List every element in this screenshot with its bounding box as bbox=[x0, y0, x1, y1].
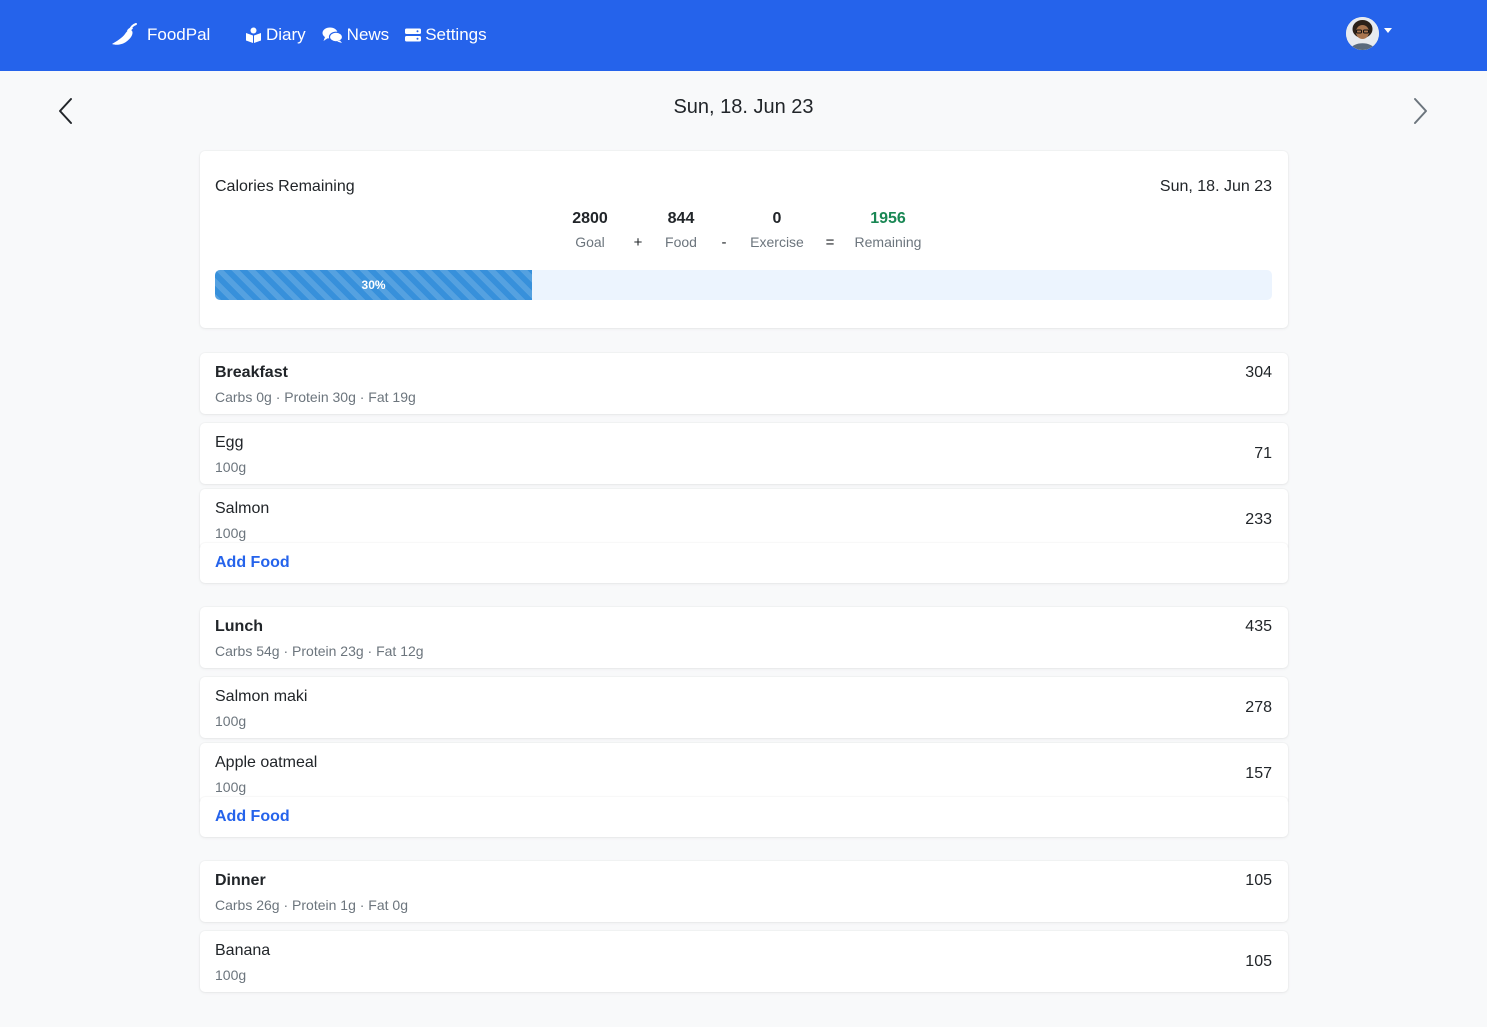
food-entry[interactable]: Apple oatmeal 100g 157 bbox=[200, 743, 1288, 804]
meal-macros: Carbs 54g · Protein 23g · Fat 12g bbox=[215, 643, 424, 659]
nav-settings[interactable]: Settings bbox=[405, 25, 487, 45]
add-food-row: Add Food bbox=[200, 797, 1288, 837]
summary-date: Sun, 18. Jun 23 bbox=[1159, 178, 1272, 195]
meal-header: Dinner Carbs 26g · Protein 1g · Fat 0g 105 bbox=[200, 861, 1288, 922]
food-calories: 233 bbox=[1245, 511, 1272, 528]
server-icon bbox=[405, 28, 422, 42]
food-value: 844 bbox=[667, 210, 695, 227]
calorie-progress-bar: 30% bbox=[215, 270, 533, 300]
top-navbar: FoodPal Diary News Settings bbox=[0, 0, 1487, 71]
food-amount: 100g bbox=[215, 779, 247, 795]
chili-pepper-icon bbox=[112, 23, 137, 45]
comments-icon bbox=[322, 27, 343, 43]
main-nav: Diary News Settings bbox=[245, 25, 503, 45]
food-name: Salmon bbox=[215, 500, 270, 517]
exercise-stat: 0 Exercise bbox=[742, 208, 812, 251]
food-amount: 100g bbox=[215, 525, 247, 541]
nav-settings-label: Settings bbox=[425, 25, 487, 44]
brand-link[interactable]: FoodPal bbox=[110, 22, 210, 48]
chevron-right-icon bbox=[1414, 98, 1427, 124]
nav-news-label: News bbox=[346, 25, 390, 44]
brand-name: FoodPal bbox=[147, 25, 211, 44]
plus-operator: + bbox=[633, 234, 643, 251]
meal-name: Breakfast bbox=[215, 364, 288, 381]
meal-calories: 435 bbox=[1245, 618, 1272, 635]
add-food-row: Add Food bbox=[200, 543, 1288, 583]
user-avatar-icon bbox=[1346, 17, 1379, 50]
meal-name: Lunch bbox=[215, 618, 263, 635]
calorie-progress: 30% bbox=[215, 270, 1272, 300]
food-name: Banana bbox=[215, 942, 271, 959]
food-calories: 105 bbox=[1245, 953, 1272, 970]
meal-header: Lunch Carbs 54g · Protein 23g · Fat 12g 43… bbox=[200, 607, 1288, 668]
minus-operator: - bbox=[721, 234, 727, 251]
meal-calories: 105 bbox=[1245, 872, 1272, 889]
food-amount: 100g bbox=[215, 459, 247, 475]
equals-operator: = bbox=[825, 234, 835, 251]
calories-summary-card: Calories Remaining Sun, 18. Jun 23 2800 … bbox=[200, 151, 1288, 328]
date-navigator: Sun, 18. Jun 23 bbox=[0, 92, 1487, 132]
nav-diary-label: Diary bbox=[266, 25, 306, 44]
nav-news[interactable]: News bbox=[322, 25, 390, 45]
food-stat: 844 Food bbox=[656, 208, 706, 251]
nav-diary[interactable]: Diary bbox=[245, 25, 306, 45]
book-reader-icon bbox=[246, 27, 261, 43]
food-calories: 157 bbox=[1245, 765, 1272, 782]
food-entry[interactable]: Banana 100g 105 bbox=[200, 931, 1288, 992]
remaining-stat: 1956 Remaining bbox=[848, 208, 928, 251]
add-food-button[interactable]: Add Food bbox=[215, 808, 290, 826]
goal-value: 2800 bbox=[572, 210, 608, 227]
food-calories: 71 bbox=[1254, 445, 1272, 462]
food-name: Salmon maki bbox=[215, 688, 308, 705]
exercise-label: Exercise bbox=[750, 234, 804, 250]
goal-label: Goal bbox=[575, 234, 605, 250]
remaining-value: 1956 bbox=[870, 210, 906, 227]
meal-name: Dinner bbox=[215, 872, 266, 889]
food-entry[interactable]: Egg 100g 71 bbox=[200, 423, 1288, 484]
food-entry[interactable]: Salmon maki 100g 278 bbox=[200, 677, 1288, 738]
user-menu-toggle[interactable] bbox=[1346, 17, 1392, 50]
meal-macros: Carbs 26g · Protein 1g · Fat 0g bbox=[215, 897, 408, 913]
page-title: Sun, 18. Jun 23 bbox=[673, 96, 814, 118]
goal-stat: 2800 Goal bbox=[560, 208, 620, 251]
next-day-button[interactable] bbox=[1410, 96, 1430, 131]
calorie-equation: 2800 Goal + 844 Food - 0 Exercise = 1956… bbox=[200, 208, 1288, 251]
food-amount: 100g bbox=[215, 713, 247, 729]
add-food-button[interactable]: Add Food bbox=[215, 554, 290, 572]
food-name: Apple oatmeal bbox=[215, 754, 318, 771]
avatar bbox=[1346, 17, 1379, 50]
food-calories: 278 bbox=[1245, 699, 1272, 716]
chevron-down-icon bbox=[1384, 28, 1392, 33]
exercise-value: 0 bbox=[772, 210, 782, 227]
meal-calories: 304 bbox=[1245, 364, 1272, 381]
remaining-label: Remaining bbox=[854, 234, 922, 250]
summary-title: Calories Remaining bbox=[215, 178, 355, 195]
food-label: Food bbox=[665, 234, 697, 250]
food-entry[interactable]: Salmon 100g 233 bbox=[200, 489, 1288, 550]
food-amount: 100g bbox=[215, 967, 247, 983]
food-name: Egg bbox=[215, 434, 244, 451]
meal-header: Breakfast Carbs 0g · Protein 30g · Fat 19… bbox=[200, 353, 1288, 414]
meal-macros: Carbs 0g · Protein 30g · Fat 19g bbox=[215, 389, 416, 405]
